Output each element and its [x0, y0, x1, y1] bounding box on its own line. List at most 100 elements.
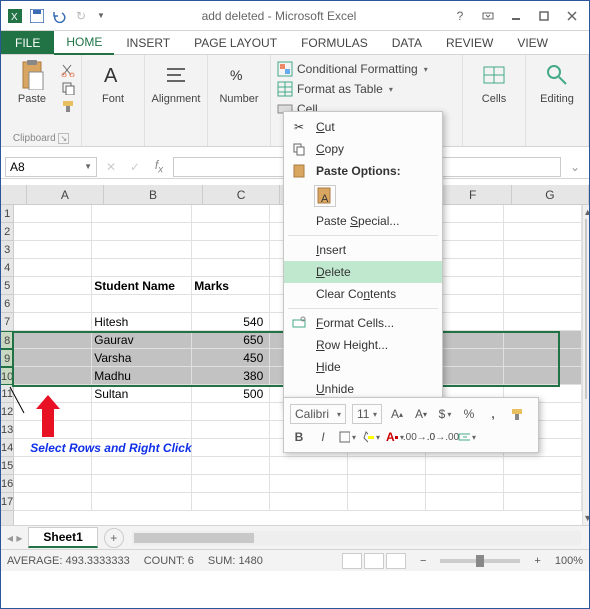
row-header[interactable]: 2 [1, 223, 13, 241]
row-header[interactable]: 9 [1, 349, 13, 367]
decrease-font-icon[interactable]: A▾ [412, 405, 430, 423]
minimize-button[interactable] [503, 6, 529, 26]
zoom-slider[interactable] [440, 559, 520, 563]
page-break-view-icon[interactable] [386, 553, 406, 569]
row-header[interactable]: 10 [1, 367, 13, 385]
format-painter-icon[interactable] [508, 405, 526, 423]
scroll-down-icon[interactable]: ▼ [583, 511, 589, 525]
zoom-level[interactable]: 100% [555, 555, 583, 567]
tab-page-layout[interactable]: PAGE LAYOUT [182, 31, 289, 54]
border-button[interactable]: ▾ [338, 428, 356, 446]
merge-center-icon[interactable]: ▾ [458, 428, 476, 446]
help-icon[interactable]: ? [447, 6, 473, 26]
scroll-thumb[interactable] [585, 219, 587, 399]
fill-color-button[interactable]: ▾ [362, 428, 380, 446]
save-icon[interactable] [29, 8, 45, 24]
cell[interactable]: Varsha [92, 349, 192, 367]
increase-decimal-icon[interactable]: .00→.0 [410, 428, 428, 446]
col-header-G[interactable]: G [512, 185, 589, 204]
format-as-table-button[interactable]: Format as Table▾ [277, 79, 428, 99]
select-all-corner[interactable] [1, 185, 27, 205]
cancel-formula-icon[interactable]: ✕ [101, 157, 121, 177]
percent-format-icon[interactable]: % [460, 405, 478, 423]
ctx-clear-contents[interactable]: Clear Contents [284, 283, 442, 305]
row-header[interactable]: 14 [1, 439, 13, 457]
ctx-row-height[interactable]: Row Height... [284, 334, 442, 356]
tab-view[interactable]: VIEW [505, 31, 560, 54]
bold-button[interactable]: B [290, 428, 308, 446]
col-header-B[interactable]: B [104, 185, 203, 204]
cell[interactable]: 540 [192, 313, 270, 331]
row-header[interactable]: 15 [1, 457, 13, 475]
row-header[interactable]: 5 [1, 277, 13, 295]
cell[interactable]: Sultan [92, 385, 192, 403]
font-color-button[interactable]: A▾ [386, 428, 404, 446]
ctx-cut[interactable]: ✂CuCutt [284, 116, 442, 138]
zoom-in-button[interactable]: + [534, 555, 540, 567]
cells-dropdown[interactable]: Cells [469, 59, 519, 105]
name-box[interactable]: A8▼ [5, 157, 97, 177]
cell[interactable]: 650 [192, 331, 270, 349]
ctx-format-cells[interactable]: Format Cells... [284, 312, 442, 334]
col-header-A[interactable]: A [27, 185, 104, 204]
tab-home[interactable]: HOME [54, 31, 114, 55]
row-header[interactable]: 6 [1, 295, 13, 313]
col-header-F[interactable]: F [435, 185, 512, 204]
cell[interactable]: Marks [192, 277, 270, 295]
cell[interactable]: 500 [192, 385, 270, 403]
row-header[interactable]: 13 [1, 421, 13, 439]
row-header[interactable]: 4 [1, 259, 13, 277]
editing-dropdown[interactable]: Editing [532, 59, 582, 105]
zoom-out-button[interactable]: − [420, 555, 426, 567]
number-dropdown[interactable]: % Number [214, 59, 264, 105]
tab-data[interactable]: DATA [380, 31, 434, 54]
view-buttons[interactable] [342, 553, 406, 569]
cell[interactable]: 450 [192, 349, 270, 367]
ctx-copy[interactable]: Copy [284, 138, 442, 160]
row-header[interactable]: 17 [1, 493, 13, 511]
tab-review[interactable]: REVIEW [434, 31, 505, 54]
sheet-tab[interactable]: Sheet1 [28, 527, 97, 548]
increase-font-icon[interactable]: A▴ [388, 405, 406, 423]
col-header-C[interactable]: C [203, 185, 280, 204]
accounting-format-icon[interactable]: $▾ [436, 405, 454, 423]
ribbon-options-icon[interactable] [475, 6, 501, 26]
enter-formula-icon[interactable]: ✓ [125, 157, 145, 177]
tab-file[interactable]: FILE [1, 31, 54, 54]
qat-dropdown-icon[interactable]: ▼ [97, 11, 105, 20]
italic-button[interactable]: I [314, 428, 332, 446]
row-header[interactable]: 8 [1, 331, 13, 349]
cell[interactable]: Hitesh [92, 313, 192, 331]
row-header[interactable]: 16 [1, 475, 13, 493]
vertical-scrollbar[interactable]: ▲ ▼ [582, 205, 589, 525]
expand-formula-icon[interactable]: ⌄ [565, 157, 585, 177]
ctx-insert[interactable]: Insert [284, 239, 442, 261]
clipboard-launcher-icon[interactable]: ↘ [58, 133, 69, 144]
conditional-formatting-button[interactable]: Conditional Formatting▾ [277, 59, 428, 79]
add-sheet-button[interactable]: + [104, 528, 124, 548]
fx-icon[interactable]: fx [149, 157, 169, 177]
ctx-delete[interactable]: Delete [284, 261, 442, 283]
mini-font-select[interactable]: Calibri▾ [290, 404, 346, 424]
comma-format-icon[interactable]: , [484, 405, 502, 423]
sheet-nav[interactable]: ◂ ▸ [1, 531, 28, 545]
cell[interactable]: Madhu [92, 367, 192, 385]
undo-icon[interactable] [51, 8, 67, 24]
tab-formulas[interactable]: FORMULAS [289, 31, 380, 54]
cell[interactable]: 380 [192, 367, 270, 385]
redo-icon[interactable]: ↻ [73, 8, 89, 24]
decrease-decimal-icon[interactable]: .0→.00 [434, 428, 452, 446]
ctx-hide[interactable]: Hide [284, 356, 442, 378]
mini-size-select[interactable]: 11▾ [352, 404, 382, 424]
cell[interactable]: Student Name [92, 277, 192, 295]
ctx-paste-special[interactable]: Paste Special... [284, 210, 442, 232]
format-painter-icon[interactable] [61, 99, 75, 113]
cell[interactable]: Gaurav [92, 331, 192, 349]
page-layout-view-icon[interactable] [364, 553, 384, 569]
scroll-up-icon[interactable]: ▲ [583, 205, 589, 219]
horizontal-scrollbar[interactable] [132, 531, 581, 545]
maximize-button[interactable] [531, 6, 557, 26]
tab-insert[interactable]: INSERT [114, 31, 182, 54]
alignment-dropdown[interactable]: Alignment [151, 59, 201, 105]
font-dropdown[interactable]: A Font [88, 59, 138, 105]
